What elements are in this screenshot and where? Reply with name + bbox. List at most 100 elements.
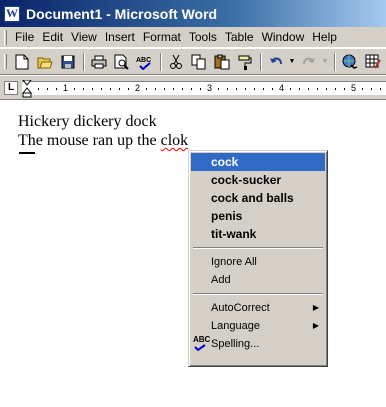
ruler-tick — [218, 88, 219, 90]
ruler-tick — [164, 88, 165, 90]
menu-format[interactable]: Format — [139, 28, 185, 47]
suggestion-item[interactable]: cock and balls — [191, 189, 325, 207]
spelling-context-menu: cock cock-sucker cock and balls penis ti… — [188, 150, 328, 367]
ruler-tick — [380, 88, 381, 90]
menu-separator — [193, 293, 323, 295]
ruler-tick — [362, 88, 363, 90]
ruler-tick — [128, 88, 129, 90]
ruler-tick — [119, 88, 120, 90]
ruler-tick — [335, 88, 336, 90]
word-app-icon[interactable]: W — [4, 5, 20, 22]
title-bar[interactable]: W Document1 - Microsoft Word — [0, 0, 386, 27]
ruler-tick — [155, 88, 156, 90]
ruler-tick — [326, 88, 327, 90]
tables-borders-icon[interactable] — [362, 52, 383, 72]
menu-window[interactable]: Window — [258, 28, 309, 47]
ruler-tick — [290, 88, 291, 90]
ruler-tick — [56, 88, 57, 90]
ruler-tick — [182, 88, 183, 90]
menu-help[interactable]: Help — [308, 28, 341, 47]
ruler-tick — [101, 88, 102, 90]
ruler-tick — [254, 88, 255, 90]
ruler-label: 2 — [135, 83, 141, 93]
new-document-icon[interactable] — [11, 52, 32, 72]
ruler-tick — [173, 88, 174, 90]
menu-separator — [193, 247, 323, 249]
open-folder-icon[interactable] — [34, 52, 55, 72]
copy-icon[interactable] — [188, 52, 209, 72]
ruler-label: 4 — [279, 83, 285, 93]
ruler-tick — [272, 88, 273, 90]
spelling-check-icon: ABC — [193, 335, 211, 352]
ruler-tick — [308, 88, 309, 90]
undo-icon[interactable] — [265, 52, 286, 72]
menu-view[interactable]: View — [67, 28, 101, 47]
add-to-dictionary-item[interactable]: Add — [191, 271, 325, 289]
redo-icon[interactable] — [298, 52, 319, 72]
submenu-arrow-icon: ▶ — [312, 321, 319, 330]
toolbar-separator — [334, 52, 336, 71]
print-icon[interactable] — [88, 52, 109, 72]
standard-toolbar: ABC ▼ ▼ — [0, 49, 386, 75]
toolbar-grip[interactable] — [4, 54, 7, 69]
toolbar-separator — [160, 52, 162, 71]
cut-icon[interactable] — [165, 52, 186, 72]
language-label: Language — [211, 320, 260, 332]
spelling-icon-text: ABC — [193, 335, 211, 344]
menu-bar: File Edit View Insert Format Tools Table… — [0, 27, 386, 48]
ruler-tick — [263, 88, 264, 90]
suggestion-item[interactable]: cock-sucker — [191, 171, 325, 189]
ruler-tick — [299, 88, 300, 90]
autocorrect-item[interactable]: AutoCorrect ▶ — [191, 299, 325, 317]
ruler-label: 1 — [63, 83, 69, 93]
menu-edit[interactable]: Edit — [38, 28, 67, 47]
suggestion-item[interactable]: tit-wank — [191, 225, 325, 243]
save-icon[interactable] — [57, 52, 78, 72]
misspelled-word[interactable]: clok — [161, 132, 189, 149]
document-text[interactable]: The mouse ran up the — [18, 132, 161, 149]
horizontal-ruler[interactable]: 1 2 3 4 5 — [22, 80, 386, 98]
ruler-tick — [344, 88, 345, 90]
ruler-tick — [92, 88, 93, 90]
menu-insert[interactable]: Insert — [101, 28, 139, 47]
menu-table[interactable]: Table — [221, 28, 258, 47]
suggestion-item[interactable]: cock — [191, 153, 325, 171]
redo-dropdown-icon[interactable]: ▼ — [321, 52, 329, 72]
print-preview-icon[interactable] — [111, 52, 132, 72]
undo-dropdown-icon[interactable]: ▼ — [288, 52, 296, 72]
toolbar-separator — [83, 52, 85, 71]
hyperlink-icon[interactable] — [339, 52, 360, 72]
suggestion-item[interactable]: penis — [191, 207, 325, 225]
autocorrect-label: AutoCorrect — [211, 302, 270, 314]
ruler-tick — [38, 88, 39, 90]
ruler-tick — [110, 88, 111, 90]
document-line-2[interactable]: The mouse ran up the clok — [18, 132, 188, 150]
toolbar-separator — [260, 52, 262, 71]
menubar-grip[interactable] — [4, 29, 7, 45]
ruler-label: 3 — [207, 83, 213, 93]
ignore-all-item[interactable]: Ignore All — [191, 253, 325, 271]
tab-stop-selector[interactable]: L — [4, 81, 18, 95]
format-painter-icon[interactable] — [234, 52, 255, 72]
menu-file[interactable]: File — [11, 28, 38, 47]
menu-tools[interactable]: Tools — [185, 28, 221, 47]
ruler-tick — [236, 88, 237, 90]
window-title: Document1 - Microsoft Word — [26, 5, 218, 22]
spelling-item[interactable]: ABC Spelling... — [191, 335, 325, 353]
submenu-arrow-icon: ▶ — [312, 303, 319, 312]
ruler-tick — [191, 88, 192, 90]
ruler-tick — [227, 88, 228, 90]
spelling-check-icon[interactable]: ABC — [134, 52, 155, 72]
ruler-tick — [200, 88, 201, 90]
paste-icon[interactable] — [211, 52, 232, 72]
ruler-tick — [146, 88, 147, 90]
document-line-1[interactable]: Hickery dickery dock — [18, 113, 157, 131]
ruler-area: L 1 2 3 4 5 — [0, 76, 386, 100]
ruler-tick — [74, 88, 75, 90]
language-item[interactable]: Language ▶ — [191, 317, 325, 335]
ruler-label: 5 — [351, 83, 357, 93]
spelling-label: Spelling... — [211, 338, 260, 350]
ruler-tick — [83, 88, 84, 90]
indent-marker-icon[interactable] — [22, 80, 32, 98]
ruler-tick — [245, 88, 246, 90]
